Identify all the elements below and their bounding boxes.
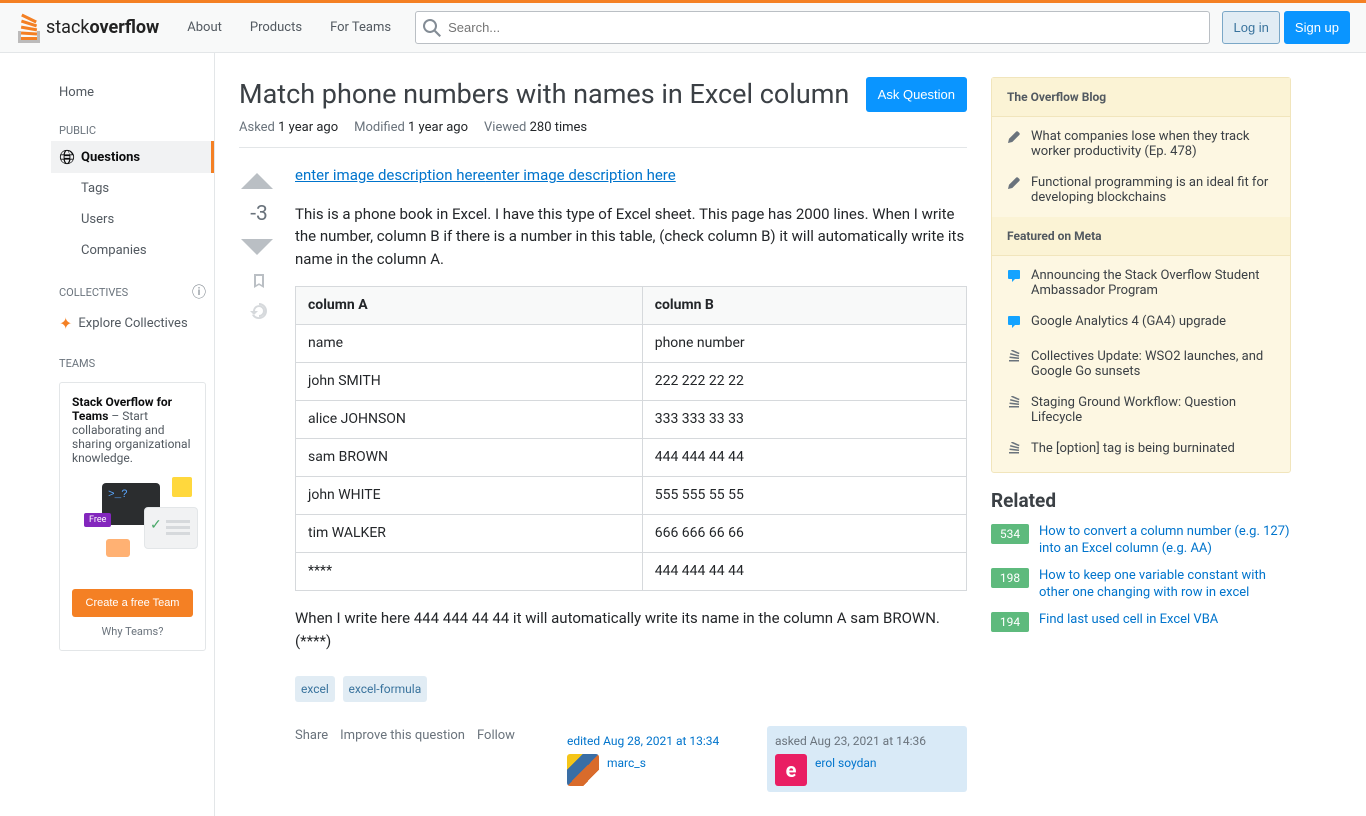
stack-icon <box>1007 350 1023 368</box>
upvote-button[interactable] <box>239 164 279 200</box>
table-row: john WHITE555 555 55 55 <box>296 477 967 515</box>
ask-question-button[interactable]: Ask Question <box>866 77 967 112</box>
blog-item[interactable]: Functional programming is an ideal fit f… <box>992 167 1290 213</box>
table-row: alice JOHNSON333 333 33 33 <box>296 401 967 439</box>
meta-item[interactable]: Announcing the Stack Overflow Student Am… <box>992 260 1290 306</box>
nav-users[interactable]: Users <box>51 204 214 235</box>
logo-text: stackoverflow <box>46 17 159 38</box>
user-link[interactable]: erol soydan <box>815 754 877 772</box>
stackoverflow-logo-icon <box>16 13 42 43</box>
tag-excel-formula[interactable]: excel-formula <box>343 676 428 702</box>
image-link-1[interactable]: enter image description here <box>295 166 485 184</box>
share-link[interactable]: Share <box>295 726 328 746</box>
nav-companies[interactable]: Companies <box>51 235 214 266</box>
question-title: Match phone numbers with names in Excel … <box>239 77 849 112</box>
meta-item[interactable]: Collectives Update: WSO2 launches, and G… <box>992 341 1290 387</box>
related-link[interactable]: Find last used cell in Excel VBA <box>1039 612 1218 629</box>
tags: excel excel-formula <box>295 676 967 702</box>
vote-score: -3 <box>239 202 279 226</box>
tag-excel[interactable]: excel <box>295 676 335 702</box>
follow-link[interactable]: Follow <box>477 726 515 746</box>
meta-item[interactable]: The [option] tag is being burninated <box>992 433 1290 468</box>
history-icon[interactable] <box>239 302 279 324</box>
related-link[interactable]: How to keep one variable constant with o… <box>1039 568 1291 602</box>
blog-item[interactable]: What companies lose when they track work… <box>992 121 1290 167</box>
teams-illustration: Free ✓ <box>72 477 193 577</box>
improve-link[interactable]: Improve this question <box>340 726 465 746</box>
table-row: sam BROWN444 444 44 44 <box>296 439 967 477</box>
pencil-icon <box>1007 176 1023 194</box>
pencil-icon <box>1007 130 1023 148</box>
paragraph: When I write here 444 444 44 44 it will … <box>295 607 967 652</box>
search-icon <box>423 19 441 41</box>
why-teams-link[interactable]: Why Teams? <box>72 625 193 638</box>
related-score: 198 <box>991 568 1029 588</box>
meta-item[interactable]: Staging Ground Workflow: Question Lifecy… <box>992 387 1290 433</box>
related-item: 534 How to convert a column number (e.g. … <box>991 524 1291 558</box>
question-meta: Asked 1 year ago Modified 1 year ago Vie… <box>239 120 967 148</box>
nav-home[interactable]: Home <box>51 77 214 108</box>
topbar: stackoverflow About Products For Teams L… <box>0 3 1366 53</box>
featured-meta-title: Featured on Meta <box>992 217 1290 256</box>
edited-time[interactable]: edited Aug 28, 2021 at 13:34 <box>567 732 751 750</box>
sidebar-widget: The Overflow Blog What companies lose wh… <box>991 77 1291 473</box>
vote-cell: -3 <box>239 164 279 792</box>
search-input[interactable] <box>415 11 1210 44</box>
related-link[interactable]: How to convert a column number (e.g. 127… <box>1039 524 1291 558</box>
owner-card: asked Aug 23, 2021 at 14:36 e erol soyda… <box>767 726 967 792</box>
nav-section-collectives: COLLECTIVES <box>59 286 128 299</box>
nav-for-teams[interactable]: For Teams <box>318 14 403 41</box>
top-nav: About Products For Teams <box>175 14 403 41</box>
logo[interactable]: stackoverflow <box>16 13 159 43</box>
login-button[interactable]: Log in <box>1222 11 1279 44</box>
stack-icon <box>1007 396 1023 414</box>
related-item: 194 Find last used cell in Excel VBA <box>991 612 1291 632</box>
post-body: enter image description hereenter image … <box>295 164 967 792</box>
meta-item[interactable]: Google Analytics 4 (GA4) upgrade <box>992 306 1290 341</box>
related-score: 534 <box>991 524 1029 544</box>
info-icon[interactable]: ⓘ <box>192 282 206 302</box>
teams-promo: Stack Overflow for Teams – Start collabo… <box>59 382 206 651</box>
overflow-blog-title: The Overflow Blog <box>992 78 1290 117</box>
paragraph: This is a phone book in Excel. I have th… <box>295 203 967 271</box>
related-item: 198 How to keep one variable constant wit… <box>991 568 1291 602</box>
bookmark-icon[interactable] <box>239 272 279 294</box>
related-title: Related <box>991 489 1291 512</box>
left-sidebar: Home PUBLIC Questions Tags Users Compani… <box>51 53 215 816</box>
globe-icon <box>59 149 75 165</box>
avatar[interactable]: e <box>775 754 807 786</box>
user-link[interactable]: marc_s <box>607 754 646 772</box>
nav-section-teams: TEAMS <box>51 341 214 374</box>
editor-card: edited Aug 28, 2021 at 13:34 marc_s <box>559 726 759 792</box>
signup-button[interactable]: Sign up <box>1284 11 1350 44</box>
image-link-2[interactable]: enter image description here <box>485 166 675 184</box>
table-header: column A <box>296 287 643 325</box>
nav-tags[interactable]: Tags <box>51 173 214 204</box>
related-score: 194 <box>991 612 1029 632</box>
main-content: Match phone numbers with names in Excel … <box>239 77 967 792</box>
nav-section-public: PUBLIC <box>51 108 214 141</box>
table-header: column B <box>642 287 966 325</box>
star-icon: ✦ <box>59 314 72 333</box>
stack-icon <box>1007 442 1023 460</box>
nav-explore-collectives[interactable]: ✦ Explore Collectives <box>51 306 214 341</box>
right-sidebar: The Overflow Blog What companies lose wh… <box>991 77 1291 792</box>
table-row: ****444 444 44 44 <box>296 553 967 591</box>
related-list: 534 How to convert a column number (e.g. … <box>991 524 1291 632</box>
speech-bubble-icon <box>1007 269 1023 287</box>
table-row: tim WALKER666 666 66 66 <box>296 515 967 553</box>
nav-about[interactable]: About <box>175 14 234 41</box>
speech-bubble-icon <box>1007 315 1023 333</box>
avatar[interactable] <box>567 754 599 786</box>
table-row: john SMITH222 222 22 22 <box>296 363 967 401</box>
create-team-button[interactable]: Create a free Team <box>72 589 193 617</box>
nav-questions[interactable]: Questions <box>51 141 214 173</box>
nav-products[interactable]: Products <box>238 14 314 41</box>
downvote-button[interactable] <box>239 228 279 264</box>
table-row: namephone number <box>296 325 967 363</box>
search-container <box>415 11 1210 44</box>
data-table: column A column B namephone numberjohn S… <box>295 286 967 591</box>
asked-time: asked Aug 23, 2021 at 14:36 <box>775 732 959 750</box>
